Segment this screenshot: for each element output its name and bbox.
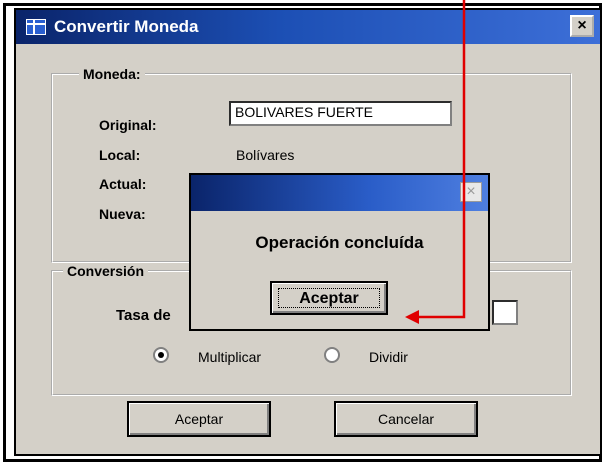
close-button[interactable]: × bbox=[570, 15, 594, 37]
dividir-radio[interactable] bbox=[324, 347, 340, 363]
window-title: Convertir Moneda bbox=[54, 17, 199, 36]
dialog-aceptar-button[interactable]: Aceptar bbox=[270, 281, 388, 315]
nueva-label: Nueva: bbox=[99, 206, 146, 222]
moneda-legend: Moneda: bbox=[83, 66, 141, 82]
dialog-aceptar-label: Aceptar bbox=[278, 288, 380, 308]
dividir-label[interactable]: Dividir bbox=[369, 349, 408, 365]
conversion-legend: Conversión bbox=[67, 263, 145, 279]
actual-label: Actual: bbox=[99, 176, 147, 192]
original-field[interactable]: BOLIVARES FUERTE bbox=[229, 101, 452, 126]
window-titlebar[interactable]: Convertir Moneda × bbox=[16, 10, 600, 44]
local-value: Bolívares bbox=[236, 147, 295, 163]
dialog-close-button[interactable]: × bbox=[460, 182, 482, 202]
dialog-message: Operación concluída bbox=[255, 233, 424, 252]
message-dialog: × Operación concluída Aceptar bbox=[189, 173, 490, 331]
multiplicar-label[interactable]: Multiplicar bbox=[198, 349, 261, 365]
dialog-titlebar[interactable]: × bbox=[191, 175, 488, 211]
original-label: Original: bbox=[99, 117, 157, 133]
tasa-label: Tasa de bbox=[116, 307, 171, 324]
aceptar-button[interactable]: Aceptar bbox=[127, 401, 271, 437]
form-icon bbox=[26, 19, 46, 35]
multiplicar-radio[interactable] bbox=[153, 347, 169, 363]
cancelar-button[interactable]: Cancelar bbox=[334, 401, 478, 437]
local-label: Local: bbox=[99, 147, 141, 163]
tasa-field[interactable] bbox=[492, 300, 518, 325]
